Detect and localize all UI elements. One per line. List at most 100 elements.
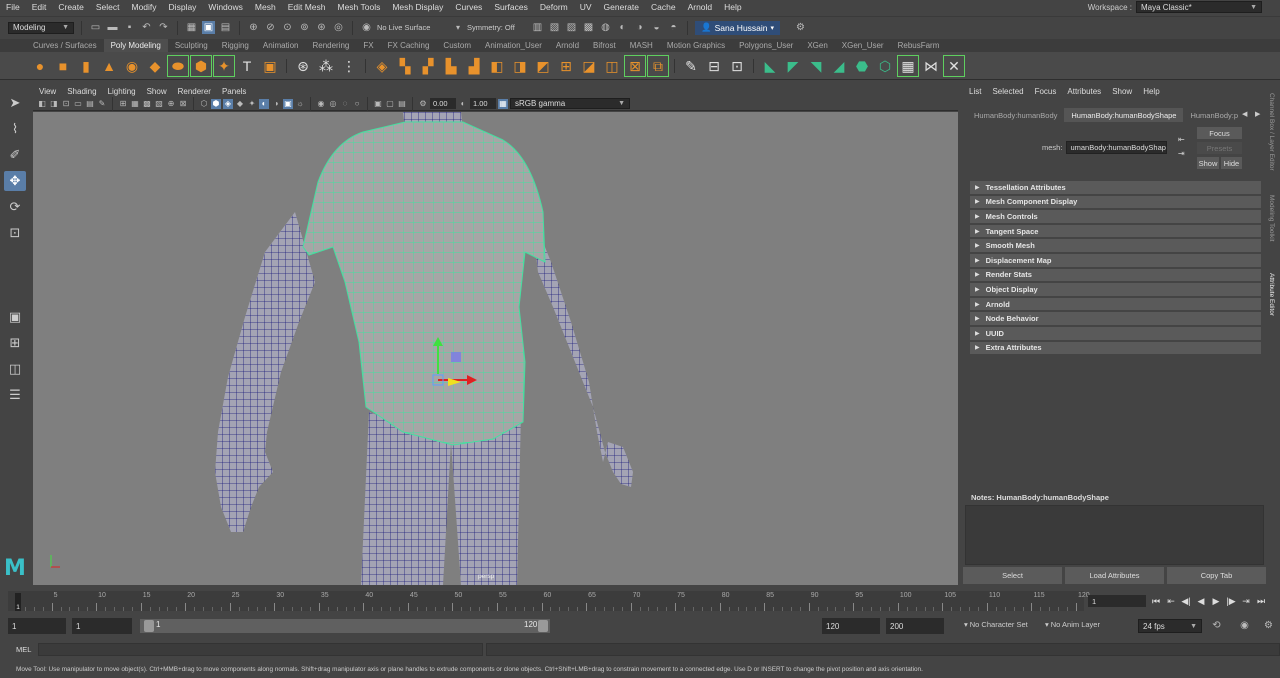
shelf-tab[interactable]: Sculpting (168, 39, 215, 52)
play-forwards-icon[interactable]: ▶ (1211, 596, 1221, 607)
live-surface-label[interactable]: No Live Surface (377, 23, 449, 32)
step-forward-key-icon[interactable]: ⇥ (1241, 596, 1251, 607)
reduce-icon[interactable]: ◧ (487, 56, 507, 76)
snap-grid-icon[interactable]: ⊕ (247, 21, 260, 34)
menu-item[interactable]: Help (718, 2, 747, 12)
color-management-icon[interactable]: ▦ (498, 98, 508, 109)
ambient-occlusion-icon[interactable]: ◑ (271, 99, 281, 109)
menu-item[interactable]: Cache (645, 2, 682, 12)
attribute-section[interactable]: ▶ Object Display (970, 283, 1261, 296)
range-start-handle[interactable] (144, 620, 154, 632)
step-back-key-icon[interactable]: ⇤ (1166, 596, 1176, 607)
notes-text-area[interactable] (965, 505, 1264, 565)
shelf-tab[interactable]: Polygons_User (732, 39, 800, 52)
poly-disc-icon[interactable]: ⬬ (167, 54, 189, 77)
platonic-solid-icon[interactable]: ⬢ (190, 54, 212, 77)
use-lights-icon[interactable]: ✦ (247, 99, 257, 109)
go-to-output-icon[interactable]: ⇥ (1178, 149, 1185, 158)
anim-layer-selector[interactable]: ▾ No Anim Layer (1045, 620, 1100, 629)
menu-item[interactable]: Deform (534, 2, 574, 12)
multi-cut-icon[interactable]: ✎ (681, 56, 701, 76)
shelf-tab[interactable]: Arnold (549, 39, 586, 52)
step-back-frame-icon[interactable]: ◀| (1181, 596, 1191, 607)
node-tab[interactable]: HumanBody:humanBodyShape (1064, 108, 1184, 122)
animation-end-field[interactable]: 200 (886, 618, 944, 634)
user-account-button[interactable]: 👤 Sana Hussain ▾ (695, 20, 781, 35)
exposure-icon[interactable]: ▢ (385, 99, 395, 109)
camera-attr-icon[interactable]: ◨ (49, 99, 59, 109)
viewport-3d[interactable]: persp (33, 112, 958, 585)
shelf-tab[interactable]: Custom (436, 39, 478, 52)
mirror-icon[interactable]: ◈ (372, 56, 392, 76)
textured-icon[interactable]: ◆ (235, 99, 245, 109)
load-attributes-button[interactable]: Load Attributes (1065, 567, 1164, 584)
rotate-tool-icon[interactable]: ⟳ (4, 197, 26, 217)
render-view-icon[interactable]: ▧ (548, 21, 561, 34)
menu-item[interactable]: Modify (126, 2, 163, 12)
attribute-section[interactable]: ▶ Tangent Space (970, 224, 1261, 238)
color-space-dropdown[interactable]: sRGB gamma ▼ (510, 98, 630, 109)
shelf-tab[interactable]: RebusFarm (891, 39, 947, 52)
menu-item[interactable]: Curves (449, 2, 488, 12)
poly-torus-icon[interactable]: ◉ (122, 56, 142, 76)
uv-editor-icon[interactable]: ◣ (760, 56, 780, 76)
move-tool-icon[interactable]: ✥ (4, 171, 26, 191)
light-editor-icon[interactable]: ◓ (667, 21, 680, 34)
menu-item[interactable]: Edit (26, 2, 53, 12)
attribute-section[interactable]: ▶ UUID (970, 326, 1261, 340)
shelf-tab[interactable]: Rendering (305, 39, 356, 52)
lasso-tool-icon[interactable]: ⌇ (4, 119, 26, 139)
live-surface-icon[interactable]: ◉ (360, 21, 373, 34)
select-object-icon[interactable]: ▣ (202, 21, 215, 34)
smooth-icon[interactable]: ▟ (464, 56, 484, 76)
copy-tab-button[interactable]: Copy Tab (1167, 567, 1266, 584)
shelf-tab[interactable]: Motion Graphics (660, 39, 732, 52)
poly-plane-icon[interactable]: ◆ (145, 56, 165, 76)
sculpt-tool-icon[interactable]: ⊛ (293, 56, 313, 76)
anti-alias-icon[interactable]: ▣ (283, 98, 293, 109)
bookmark-icon[interactable]: ⊡ (61, 99, 71, 109)
grid-icon[interactable]: ⊞ (118, 99, 128, 109)
sew-uv-icon[interactable]: ✕ (943, 54, 965, 77)
menu-item[interactable]: Generate (598, 2, 645, 12)
four-view-layout-icon[interactable]: ⊞ (4, 333, 26, 353)
snap-vertex-icon[interactable]: ◎ (332, 21, 345, 34)
attribute-editor-menu-item[interactable]: Help (1143, 87, 1159, 96)
time-slider-bar[interactable]: 5 10 15 20 25 30 35 40 45 50 55 60 65 70 75 80 85 90 95 100… (8, 591, 1090, 611)
viewport-menu-item[interactable]: Lighting (108, 87, 136, 96)
undo-icon[interactable]: ↶ (140, 21, 153, 34)
character-set-selector[interactable]: ▾ No Character Set (964, 620, 1028, 629)
tab-scroll-left-icon[interactable]: ◀ (1242, 110, 1247, 118)
gamma-field[interactable]: 1.00 (470, 98, 496, 109)
image-plane-icon[interactable]: ▭ (73, 99, 83, 109)
select-tool-icon[interactable]: ➤ (4, 93, 26, 113)
uv-icon[interactable]: ⋮ (339, 56, 359, 76)
exposure-field[interactable]: 0.00 (430, 98, 456, 109)
xray-components-icon[interactable]: ○ (352, 99, 362, 109)
hypershade-icon[interactable]: ◐ (616, 21, 629, 34)
shelf-tab[interactable]: Poly Modeling (103, 39, 168, 52)
ipr-render-icon[interactable]: ▩ (582, 21, 595, 34)
paint-select-icon[interactable]: ✐ (4, 145, 26, 165)
go-to-end-icon[interactable]: ⏭ (1256, 596, 1266, 607)
snap-curve-icon[interactable]: ⊘ (264, 21, 277, 34)
layout-uv-icon[interactable]: ▦ (897, 54, 919, 77)
auto-key-icon[interactable]: ◉ (1238, 619, 1251, 632)
attribute-section[interactable]: ▶ Mesh Controls (970, 210, 1261, 223)
poly-sphere-icon[interactable]: ● (30, 56, 50, 76)
current-frame-marker[interactable]: 1 (15, 593, 21, 611)
menu-item[interactable]: Mesh Tools (332, 2, 387, 12)
exposure-reset-icon[interactable]: ⚙ (418, 99, 428, 109)
go-to-start-icon[interactable]: ⏮ (1151, 596, 1161, 607)
save-scene-icon[interactable]: ▪ (123, 21, 136, 34)
attribute-section[interactable]: ▶ Displacement Map (970, 253, 1261, 267)
scale-tool-icon[interactable]: ⊡ (4, 223, 26, 243)
script-language-label[interactable]: MEL (16, 645, 31, 654)
select-component-icon[interactable]: ▤ (219, 21, 232, 34)
2d-pan-icon[interactable]: ▤ (85, 99, 95, 109)
animation-start-field[interactable]: 1 (8, 618, 66, 634)
snap-view-icon[interactable]: ⊚ (298, 21, 311, 34)
poly-cone-icon[interactable]: ▲ (99, 56, 119, 76)
render-frame-icon[interactable]: ▨ (565, 21, 578, 34)
safe-action-icon[interactable]: ⊠ (178, 99, 188, 109)
